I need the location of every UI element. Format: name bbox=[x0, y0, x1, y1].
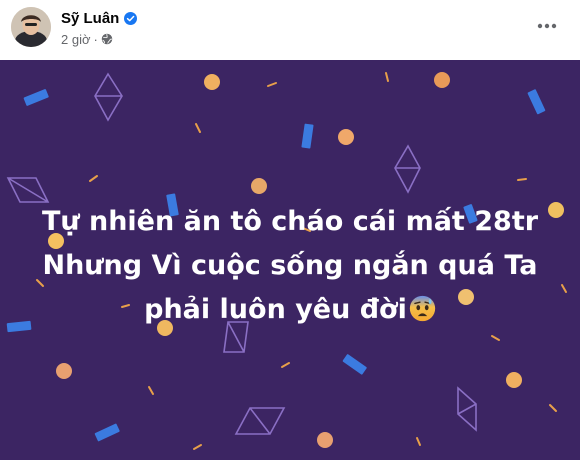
more-horizontal-icon bbox=[537, 23, 557, 29]
avatar-image bbox=[11, 7, 51, 47]
avatar[interactable] bbox=[11, 7, 51, 47]
globe-icon[interactable] bbox=[101, 33, 113, 45]
post-text-line-2: Nhưng Vì cuộc sống ngắn quá Ta bbox=[42, 250, 538, 281]
more-options-button[interactable] bbox=[532, 11, 562, 41]
post-text-line-1: Tự nhiên ăn tô cháo cái mất 28tr bbox=[41, 206, 539, 237]
verified-badge-icon bbox=[124, 11, 138, 25]
post-background-card[interactable]: Tự nhiên ăn tô cháo cái mất 28tr Nhưng V… bbox=[0, 60, 580, 460]
post-footer-spacer bbox=[0, 460, 580, 466]
post-header: Sỹ Luân 2 giờ · bbox=[0, 0, 580, 58]
post-text-line-3-text: phải luôn yêu đời bbox=[144, 294, 407, 325]
meta-separator: · bbox=[93, 31, 98, 47]
post-text: Tự nhiên ăn tô cháo cái mất 28tr Nhưng V… bbox=[30, 200, 550, 332]
author-name[interactable]: Sỹ Luân bbox=[61, 10, 119, 27]
author-line: Sỹ Luân bbox=[61, 9, 138, 27]
post-text-line-3: phải luôn yêu đời bbox=[30, 288, 550, 332]
post-meta: 2 giờ · bbox=[61, 31, 113, 47]
anxious-face-emoji-icon bbox=[409, 295, 436, 322]
post-time[interactable]: 2 giờ bbox=[61, 32, 91, 47]
